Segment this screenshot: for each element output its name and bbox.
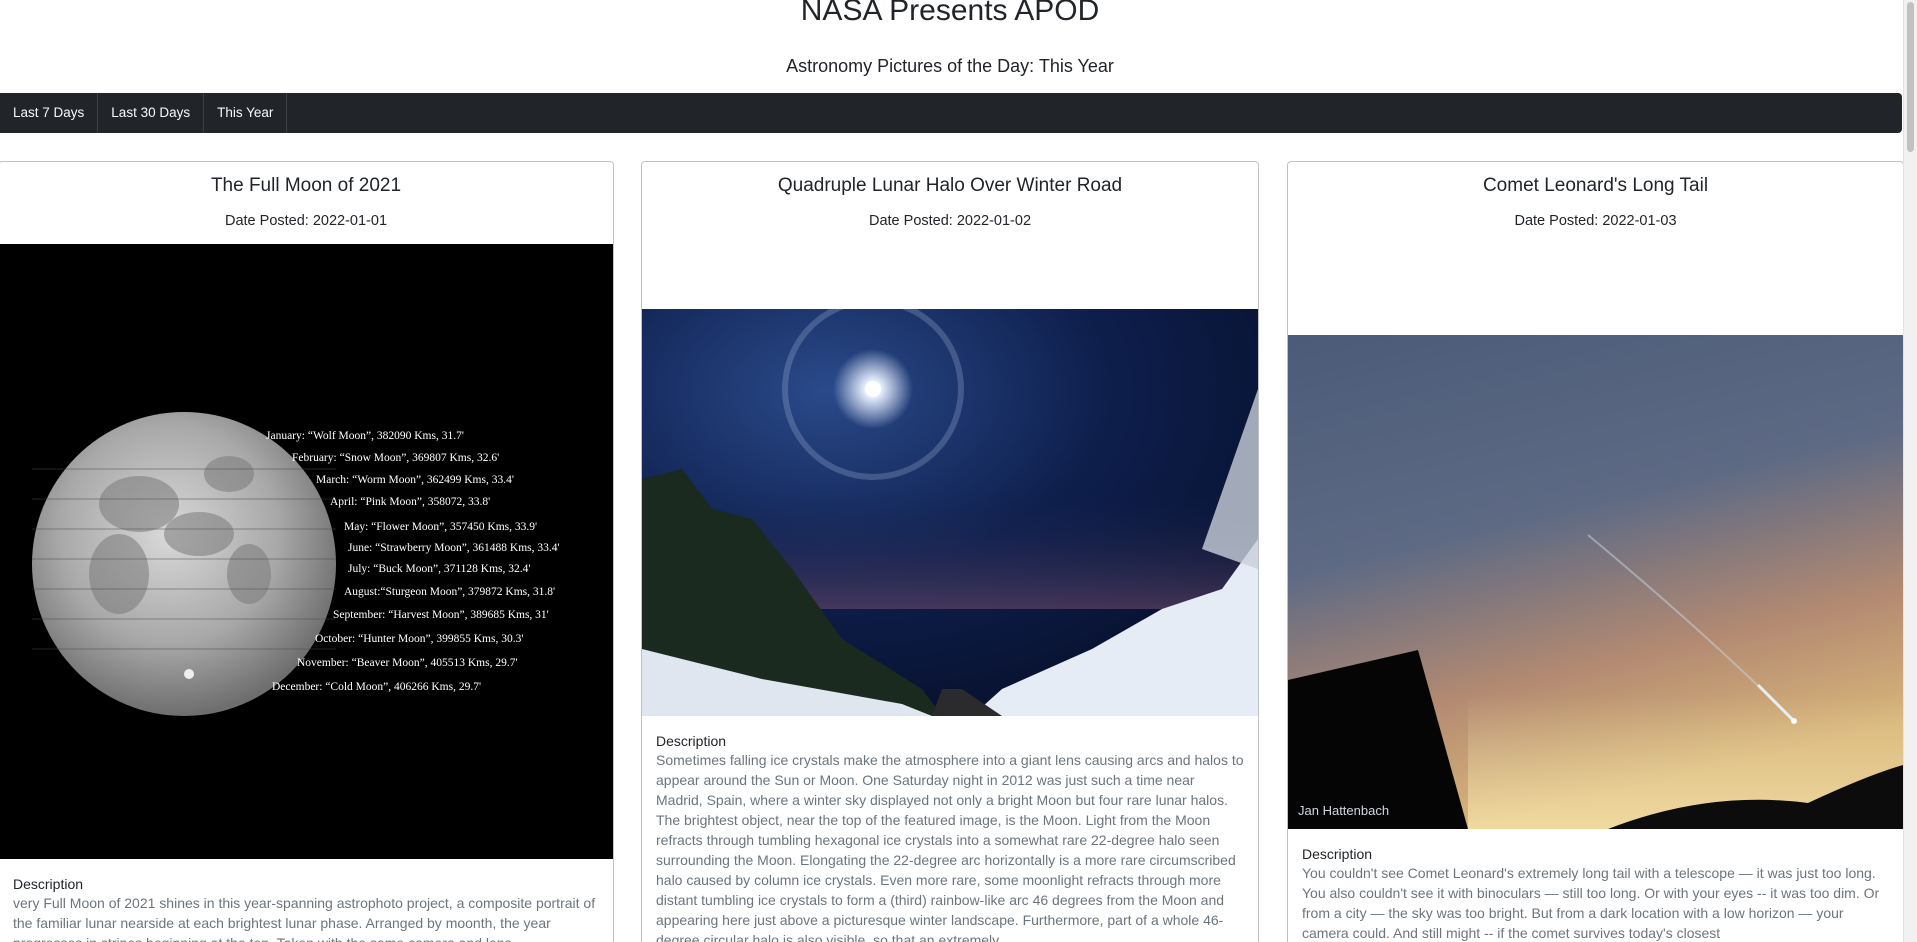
nav-item-this-year[interactable]: This Year: [204, 93, 288, 133]
apod-card: The Full Moon of 2021 Date Posted: 2022-…: [0, 161, 614, 942]
moon-label: September: “Harvest Moon”, 389685 Kms, 3…: [333, 609, 549, 621]
card-body: Description You couldn't see Comet Leona…: [1302, 845, 1889, 942]
card-date: Date Posted: 2022-01-03: [1514, 213, 1677, 229]
navbar: Last 7 Days Last 30 Days This Year: [0, 93, 1902, 133]
image-credit: Jan Hattenbach: [1298, 803, 1389, 818]
site-subtitle: Astronomy Pictures of the Day: This Year: [786, 56, 1114, 76]
apod-card: Quadruple Lunar Halo Over Winter Road Da…: [641, 161, 1259, 942]
scrollbar-thumb[interactable]: [1907, 2, 1914, 152]
moon-label: December: “Cold Moon”, 406266 Kms, 29.7': [272, 681, 482, 693]
site-title: NASA Presents APOD: [800, 0, 1100, 27]
lunar-halo-image: [642, 309, 1258, 716]
vertical-scrollbar[interactable]: [1903, 0, 1917, 942]
card-title: Quadruple Lunar Halo Over Winter Road: [777, 175, 1123, 196]
moon-label: April: “Pink Moon”, 358072, 33.8': [330, 496, 491, 508]
moon-label: January: “Wolf Moon”, 382090 Kms, 31.7': [266, 430, 464, 442]
moon-label: October: “Hunter Moon”, 399855 Kms, 30.3…: [315, 633, 524, 645]
moon-label: July: “Buck Moon”, 371128 Kms, 32.4': [348, 563, 531, 575]
moon-label: June: “Strawberry Moon”, 361488 Kms, 33.…: [348, 542, 560, 554]
card-image[interactable]: January: “Wolf Moon”, 382090 Kms, 31.7' …: [0, 244, 613, 859]
comet-image: Jan Hattenbach: [1288, 335, 1903, 829]
nav-item-last-30-days[interactable]: Last 30 Days: [98, 93, 205, 133]
description-text: You couldn't see Comet Leonard's extreme…: [1302, 865, 1880, 941]
description-text: Sometimes falling ice crystals make the …: [656, 752, 1244, 942]
card-date: Date Posted: 2022-01-02: [868, 213, 1032, 229]
card-title: The Full Moon of 2021: [210, 175, 402, 196]
moon-label: August:“Sturgeon Moon”, 379872 Kms, 31.8…: [344, 586, 556, 598]
description-label: Description: [13, 876, 84, 892]
moon-label: May: “Flower Moon”, 357450 Kms, 33.9': [344, 521, 538, 533]
card-date: Date Posted: 2022-01-01: [224, 213, 388, 229]
moon-label: February: “Snow Moon”, 369807 Kms, 32.6': [292, 452, 500, 464]
page: NASA Presents APOD Astronomy Pictures of…: [0, 0, 1917, 942]
moon-label: November: “Beaver Moon”, 405513 Kms, 29.…: [297, 657, 518, 669]
card-body: Description Sometimes falling ice crysta…: [656, 732, 1244, 942]
nav-item-last-7-days[interactable]: Last 7 Days: [0, 93, 99, 133]
moon-label: March: “Worm Moon”, 362499 Kms, 33.4': [316, 474, 514, 486]
description-text: very Full Moon of 2021 shines in this ye…: [13, 895, 596, 942]
description-label: Description: [1302, 846, 1373, 862]
card-body: Description very Full Moon of 2021 shine…: [13, 875, 599, 942]
card-image[interactable]: [642, 309, 1258, 716]
description-label: Description: [656, 733, 727, 749]
apod-card: Comet Leonard's Long Tail Date Posted: 2…: [1287, 161, 1904, 942]
card-image[interactable]: Jan Hattenbach: [1288, 335, 1903, 829]
card-title: Comet Leonard's Long Tail: [1482, 175, 1709, 196]
